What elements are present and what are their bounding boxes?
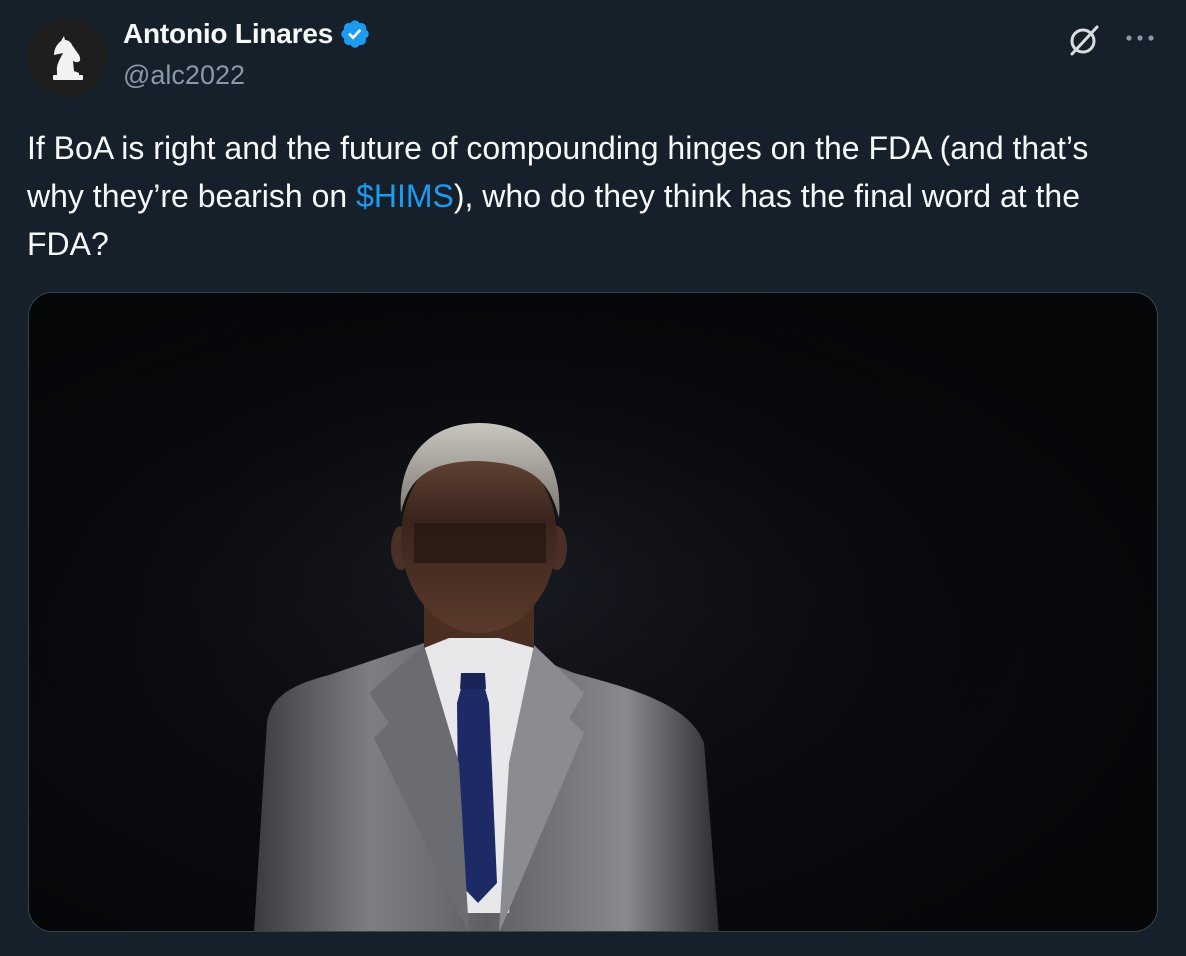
knight-chess-icon bbox=[27, 17, 107, 97]
photo-man-in-suit bbox=[29, 293, 1157, 931]
tweet-card: Antonio Linares @alc2022 If BoA is right… bbox=[0, 0, 1186, 956]
author-handle[interactable]: @alc2022 bbox=[123, 60, 245, 91]
verified-badge-icon[interactable] bbox=[339, 18, 371, 50]
more-icon[interactable] bbox=[1124, 28, 1156, 48]
author-display-name[interactable]: Antonio Linares bbox=[123, 18, 333, 50]
cashtag-link[interactable]: $HIMS bbox=[356, 178, 454, 214]
grok-icon[interactable] bbox=[1066, 22, 1102, 58]
avatar[interactable] bbox=[27, 17, 107, 97]
author-name-row: Antonio Linares bbox=[123, 18, 371, 50]
tweet-text: If BoA is right and the future of compou… bbox=[27, 124, 1147, 268]
tweet-photo[interactable] bbox=[28, 292, 1158, 932]
